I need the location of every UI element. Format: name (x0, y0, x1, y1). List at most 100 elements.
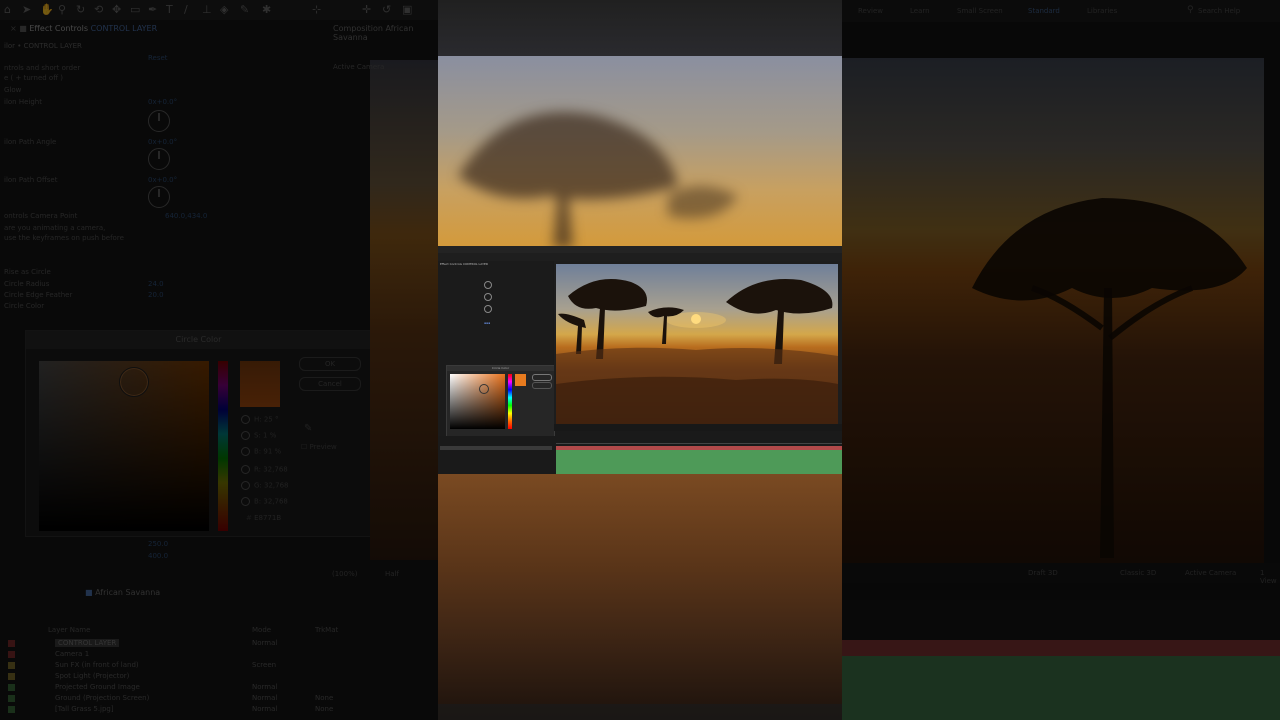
table-row[interactable]: Spot Light (Projector) (0, 671, 370, 682)
table-row[interactable]: CONTROL LAYER Normal (0, 638, 370, 649)
brush-tool-icon[interactable]: / (184, 4, 195, 15)
label-swatch[interactable] (8, 673, 15, 680)
clone-tool-icon[interactable]: ⊥ (202, 4, 213, 15)
label-swatch[interactable] (8, 695, 15, 702)
zoom-dropdown[interactable]: (100%) (332, 570, 357, 578)
workspace-learn[interactable]: Learn (910, 7, 930, 15)
move-tool-icon[interactable]: ✛ (362, 4, 373, 15)
layer-mode[interactable]: Screen (252, 661, 276, 669)
snapping-icon[interactable]: ⊹ (312, 4, 323, 15)
layer-mode[interactable]: Normal (252, 639, 277, 647)
timeline-tab[interactable]: ■ African Savanna (85, 588, 160, 597)
mini-savanna-scene (556, 264, 838, 424)
preview-checkbox[interactable]: ☐ Preview (301, 443, 337, 451)
glow-radius-value[interactable]: 250.0 (148, 540, 168, 548)
composition-tab[interactable]: Composition African Savanna (333, 24, 440, 42)
effect-controls-tab[interactable]: × ■ Effect Controls CONTROL LAYER (10, 24, 157, 33)
hex-field[interactable]: # E8771B (246, 514, 281, 522)
layer-bar-green[interactable] (842, 656, 1280, 720)
mini-effect-panel: Effect Controls CONTROL LAYER ▪▪▪ Circle… (438, 261, 555, 437)
home-icon[interactable]: ⌂ (4, 4, 15, 15)
blurred-top-bar (438, 0, 842, 56)
height-dial[interactable] (148, 110, 170, 132)
camera-dropdown[interactable]: Active Camera (1185, 569, 1236, 577)
resolution-dropdown[interactable]: Half (385, 570, 399, 578)
offset-dial[interactable] (148, 186, 170, 208)
red-field[interactable]: R: 32,768 (241, 465, 288, 474)
mini-ok-button (532, 374, 552, 381)
label-swatch[interactable] (8, 662, 15, 669)
layer-trkmat[interactable]: None (315, 694, 333, 702)
table-row[interactable]: Projected Ground Image Normal (0, 682, 370, 693)
viewer-status-bar: Draft 3D Classic 3D Active Camera 1 View (842, 563, 1280, 585)
height-value[interactable]: 0x+0.0° (148, 98, 177, 106)
pen-tool-icon[interactable]: ✒ (148, 4, 159, 15)
mini-savanna-silhouettes (556, 278, 838, 424)
hue-field[interactable]: H: 25 ° (241, 415, 278, 424)
label-swatch[interactable] (8, 706, 15, 713)
table-row[interactable]: [Tall Grass 5.jpg] Normal None (0, 704, 370, 715)
rotate-tool-icon[interactable]: ⟲ (94, 4, 105, 15)
roto-brush-icon[interactable]: ✎ (240, 4, 251, 15)
eyedropper-icon[interactable]: ✎ (304, 423, 312, 434)
selection-tool-icon[interactable]: ➤ (22, 4, 33, 15)
hue-slider[interactable] (218, 361, 228, 531)
orbit-tool-icon[interactable]: ↻ (76, 4, 87, 15)
glow-feather-value[interactable]: 400.0 (148, 552, 168, 560)
workspace-small-screen[interactable]: Small Screen (957, 7, 1003, 15)
hand-tool-icon[interactable]: ✋ (40, 4, 54, 15)
camera-point-value[interactable]: 640.0,434.0 (165, 212, 207, 220)
eraser-tool-icon[interactable]: ◈ (220, 4, 231, 15)
search-icon[interactable]: ⚲ (1187, 5, 1194, 15)
offset-value[interactable]: 0x+0.0° (148, 176, 177, 184)
saturation-field[interactable]: S: 1 % (241, 431, 276, 440)
angle-dial[interactable] (148, 148, 170, 170)
layer-mode[interactable]: Normal (252, 694, 277, 702)
views-dropdown[interactable]: 1 View (1260, 569, 1280, 585)
label-swatch[interactable] (8, 651, 15, 658)
table-row[interactable]: Camera 1 (0, 649, 370, 660)
angle-value[interactable]: 0x+0.0° (148, 138, 177, 146)
reset-link[interactable]: Reset (148, 54, 168, 62)
workspace-review[interactable]: Review (858, 7, 883, 15)
workspace-standard[interactable]: Standard (1028, 7, 1060, 15)
cancel-button[interactable]: Cancel (299, 377, 361, 391)
viewer-edge (370, 60, 440, 560)
camera-track-icon[interactable]: ▣ (402, 4, 413, 15)
effect-layer-name: CONTROL LAYER (90, 24, 158, 33)
rectangle-tool-icon[interactable]: ▭ (130, 4, 141, 15)
mini-ruler (556, 438, 842, 444)
layer-mode[interactable]: Normal (252, 683, 277, 691)
green-field[interactable]: G: 32,768 (241, 481, 289, 490)
layer-name: Ground (Projection Screen) (55, 694, 150, 702)
layer-bar-red[interactable] (842, 640, 1280, 656)
label-swatch[interactable] (8, 640, 15, 647)
layer-trkmat[interactable]: None (315, 705, 333, 713)
brightness-field[interactable]: B: 91 % (241, 447, 281, 456)
zoom-tool-icon[interactable]: ⚲ (58, 4, 69, 15)
draft3d-toggle[interactable]: Draft 3D (1028, 569, 1058, 577)
ok-button[interactable]: OK (299, 357, 361, 371)
radius-value[interactable]: 24.0 (148, 280, 164, 288)
table-row[interactable]: Sun FX (in front of land) Screen (0, 660, 370, 671)
workspace-libraries[interactable]: Libraries (1087, 7, 1117, 15)
blue-field[interactable]: B: 32,768 (241, 497, 288, 506)
mini-value: ▪▪▪ (484, 321, 491, 325)
saturation-brightness-field[interactable] (39, 361, 209, 531)
orbit-camera-icon[interactable]: ↺ (382, 4, 393, 15)
label-swatch[interactable] (8, 684, 15, 691)
feather-value[interactable]: 20.0 (148, 291, 164, 299)
layer-name: CONTROL LAYER (55, 639, 120, 647)
time-ruler[interactable] (842, 612, 1280, 624)
puppet-tool-icon[interactable]: ✱ (262, 4, 273, 15)
table-row[interactable]: Ground (Projection Screen) Normal None (0, 693, 370, 704)
renderer-dropdown[interactable]: Classic 3D (1120, 569, 1156, 577)
layer-mode[interactable]: Normal (252, 705, 277, 713)
pan-behind-tool-icon[interactable]: ✥ (112, 4, 123, 15)
type-tool-icon[interactable]: T (166, 4, 177, 15)
mini-layer-row (440, 452, 552, 456)
composition-viewer[interactable] (842, 58, 1264, 563)
mini-hue-slider (508, 374, 512, 429)
color-picker-ring[interactable] (119, 367, 149, 397)
search-help-input[interactable]: Search Help (1198, 7, 1240, 15)
